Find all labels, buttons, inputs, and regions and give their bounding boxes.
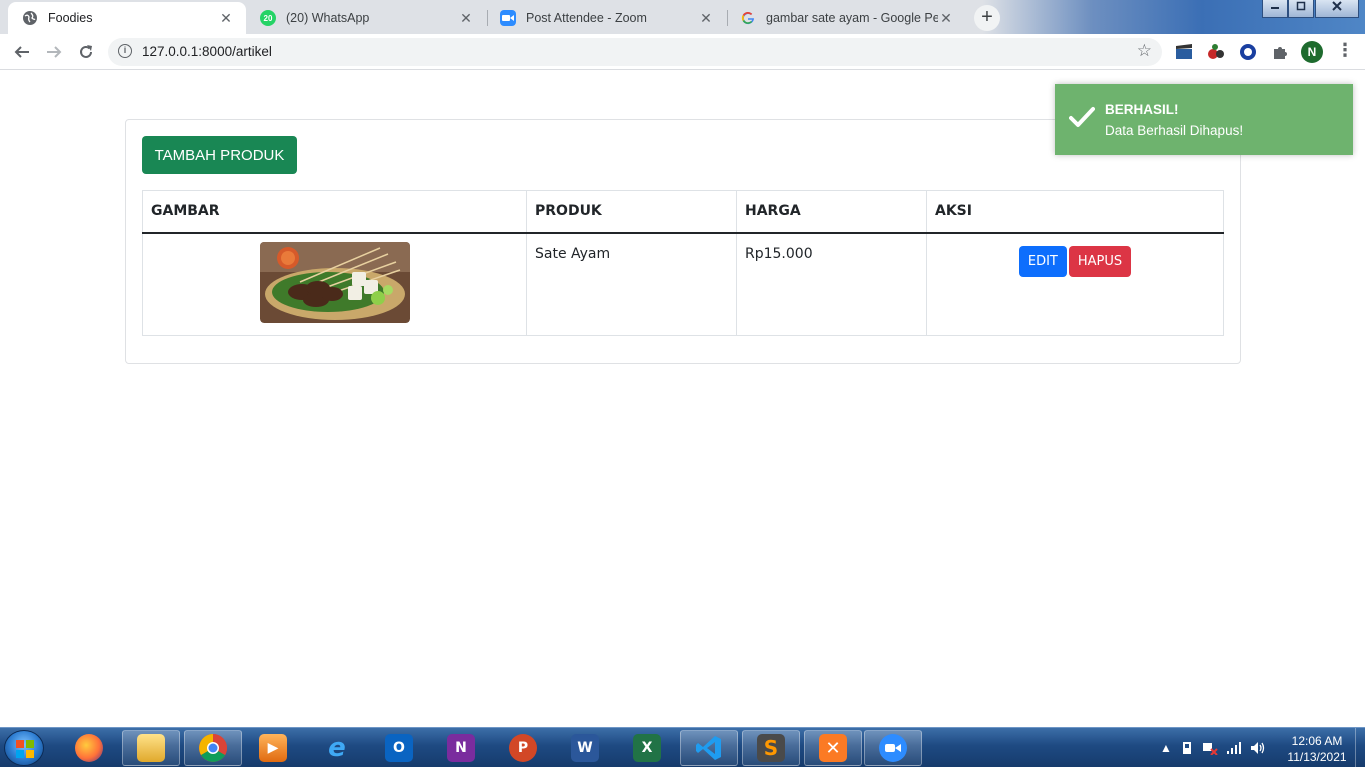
taskbar-firefox[interactable] <box>60 730 118 766</box>
close-tab-icon[interactable]: ✕ <box>458 10 474 27</box>
tab-foodies[interactable]: Foodies ✕ <box>8 2 246 34</box>
clock-date: 11/13/2021 <box>1287 750 1347 764</box>
forward-button[interactable] <box>42 40 66 64</box>
taskbar-clock[interactable]: 12:06 AM 11/13/2021 <box>1282 733 1352 765</box>
product-name-cell: Sate Ayam <box>526 232 737 336</box>
product-card: TAMBAH PRODUK GAMBAR PRODUK HARGA AKSI S… <box>125 119 1241 364</box>
excel-icon: X <box>633 734 661 762</box>
taskbar-outlook[interactable]: O <box>370 730 428 766</box>
powerpoint-icon: P <box>509 734 537 762</box>
new-tab-button[interactable]: + <box>974 5 1000 31</box>
signal-icon[interactable] <box>1226 741 1242 755</box>
tab-title: gambar sate ayam - Google Pene <box>766 11 938 25</box>
maximize-button[interactable] <box>1288 0 1314 18</box>
taskbar-onenote[interactable]: N <box>432 730 490 766</box>
sublime-icon: S <box>757 734 785 762</box>
close-tab-icon[interactable]: ✕ <box>218 10 234 27</box>
clapperboard-extension-icon[interactable] <box>1174 42 1194 62</box>
header-aksi: AKSI <box>926 190 1224 234</box>
tab-title: Foodies <box>48 11 93 25</box>
success-toast[interactable]: BERHASIL! Data Berhasil Dihapus! <box>1055 84 1353 155</box>
chrome-icon <box>199 734 227 762</box>
tab-whatsapp[interactable]: 20 (20) WhatsApp ✕ <box>246 2 486 34</box>
taskbar-word[interactable]: W <box>556 730 614 766</box>
clock-time: 12:06 AM <box>1291 734 1343 748</box>
product-image-cell <box>142 232 527 336</box>
toast-title: BERHASIL! <box>1105 102 1179 117</box>
header-gambar: GAMBAR <box>142 190 527 234</box>
tab-title: Post Attendee - Zoom <box>526 11 647 25</box>
tab-title: (20) WhatsApp <box>286 11 370 25</box>
profile-avatar[interactable]: N <box>1301 41 1323 63</box>
xampp-icon: ✕ <box>819 734 847 762</box>
onenote-icon: N <box>447 734 475 762</box>
browser-tab-strip: Foodies ✕ 20 (20) WhatsApp ✕ Post Attend… <box>0 0 1365 34</box>
google-icon <box>740 10 756 26</box>
arrow-right-icon <box>47 46 62 58</box>
close-tab-icon[interactable]: ✕ <box>938 10 954 27</box>
header-harga: HARGA <box>736 190 927 234</box>
ladybug-extension-icon[interactable] <box>1206 42 1226 62</box>
taskbar-internet-explorer[interactable]: e <box>308 730 366 766</box>
taskbar-powerpoint[interactable]: P <box>494 730 552 766</box>
checkmark-icon <box>1069 107 1095 127</box>
device-icon[interactable] <box>1180 741 1194 755</box>
zoom-app-icon <box>879 734 907 762</box>
product-price-cell: Rp15.000 <box>736 232 927 336</box>
volume-icon[interactable] <box>1250 741 1266 755</box>
table-row: Sate Ayam Rp15.000 EDIT HAPUS <box>142 232 1224 336</box>
show-hidden-icons-icon[interactable]: ▲ <box>1160 741 1172 755</box>
window-close-button[interactable] <box>1315 0 1359 18</box>
start-button[interactable] <box>4 730 44 766</box>
system-tray: ▲ <box>1160 738 1266 758</box>
edit-button[interactable]: EDIT <box>1018 245 1067 277</box>
vscode-icon <box>696 736 721 760</box>
windows-taskbar: ▶ e O N P W X S ✕ ▲ 12:06 AM 11/13/2021 <box>0 727 1365 768</box>
address-bar[interactable]: i 127.0.0.1:8000/artikel ☆ <box>108 38 1162 66</box>
browser-toolbar: i 127.0.0.1:8000/artikel ☆ N ⋮ <box>0 34 1365 70</box>
back-button[interactable] <box>10 40 34 64</box>
taskbar-vscode[interactable] <box>680 730 738 766</box>
network-error-icon[interactable] <box>1202 741 1218 755</box>
close-tab-icon[interactable]: ✕ <box>698 10 714 27</box>
ie-icon: e <box>328 733 346 763</box>
site-info-icon[interactable]: i <box>118 44 132 58</box>
reload-button[interactable] <box>74 40 98 64</box>
url-text: 127.0.0.1:8000/artikel <box>142 44 272 59</box>
product-table: GAMBAR PRODUK HARGA AKSI Sate Ayam Rp15.… <box>142 190 1224 336</box>
taskbar-zoom[interactable] <box>864 730 922 766</box>
globe-icon <box>22 10 38 26</box>
firefox-icon <box>75 734 103 762</box>
taskbar-file-explorer[interactable] <box>122 730 180 766</box>
minimize-button[interactable] <box>1262 0 1288 18</box>
delete-button[interactable]: HAPUS <box>1068 245 1132 277</box>
outlook-icon: O <box>385 734 413 762</box>
browser-menu-icon[interactable]: ⋮ <box>1336 40 1354 61</box>
taskbar-excel[interactable]: X <box>618 730 676 766</box>
bookmark-star-icon[interactable]: ☆ <box>1137 41 1152 61</box>
taskbar-xampp[interactable]: ✕ <box>804 730 862 766</box>
puzzle-extensions-icon[interactable] <box>1270 42 1290 62</box>
whatsapp-icon: 20 <box>260 10 276 26</box>
show-desktop-button[interactable] <box>1355 728 1365 768</box>
header-produk: PRODUK <box>526 190 737 234</box>
taskbar-chrome[interactable] <box>184 730 242 766</box>
reload-icon <box>80 45 92 58</box>
table-header-row: GAMBAR PRODUK HARGA AKSI <box>142 190 1224 234</box>
product-actions-cell: EDIT HAPUS <box>926 232 1224 336</box>
tab-google-search[interactable]: gambar sate ayam - Google Pene ✕ <box>726 2 966 34</box>
tab-zoom[interactable]: Post Attendee - Zoom ✕ <box>486 2 726 34</box>
taskbar-media-player[interactable]: ▶ <box>244 730 302 766</box>
folder-icon <box>137 734 165 762</box>
taskbar-sublime-text[interactable]: S <box>742 730 800 766</box>
arrow-left-icon <box>14 46 29 58</box>
word-icon: W <box>571 734 599 762</box>
toast-message: Data Berhasil Dihapus! <box>1105 123 1244 138</box>
sate-ayam-image <box>259 241 410 323</box>
play-icon: ▶ <box>259 734 287 762</box>
badge-extension-icon[interactable] <box>1238 42 1258 62</box>
zoom-icon <box>500 10 516 26</box>
add-product-button[interactable]: TAMBAH PRODUK <box>142 136 297 174</box>
windows-logo-icon <box>16 740 34 758</box>
